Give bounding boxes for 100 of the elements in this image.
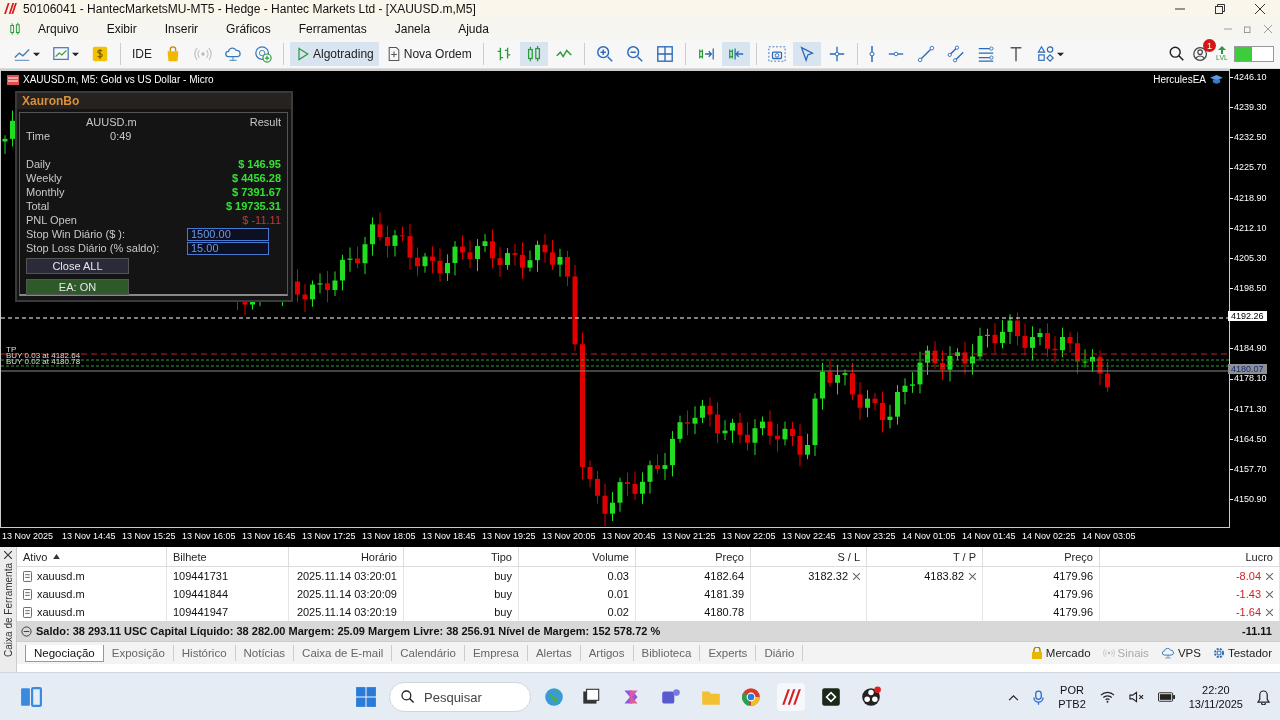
price-label: 4246.10 [1230,72,1267,82]
time-label: 13 Nov 23:25 [842,530,897,543]
price-label: 4198.50 [1230,283,1267,293]
tab[interactable]: Negociação [25,644,104,662]
close-icon[interactable] [1266,590,1273,598]
close-icon[interactable] [4,551,12,559]
meter-drawing [1234,46,1274,62]
column-header[interactable]: Preço [983,547,1100,567]
tab[interactable]: Notícias [235,645,295,661]
tab[interactable]: Biblioteca [633,645,701,661]
widgets-icon[interactable] [20,686,42,708]
tab[interactable]: Exposição [103,645,174,661]
cursor-button[interactable] [792,42,821,66]
tab[interactable]: Diário [756,645,804,661]
expert-name: HerculesEA [1153,74,1206,85]
close-icon[interactable] [1266,572,1273,580]
candles-button[interactable] [519,42,548,66]
tab[interactable]: Histórico [173,645,236,661]
language-indicator[interactable]: POR [1060,683,1084,697]
total-profit: -11.11 [1242,625,1272,637]
stat-value: $ 19735.31 [225,200,281,212]
tab[interactable]: Caixa de E-mail [294,645,393,661]
start-icon[interactable] [355,686,377,708]
tab[interactable]: Artigos [580,645,634,661]
status-button[interactable]: Testador [1212,646,1272,660]
tab[interactable]: Experts [700,645,757,661]
menu-item[interactable]: Janela [378,21,443,36]
menu-item[interactable]: Ajuda [442,21,501,36]
restore-icon[interactable] [1244,24,1252,33]
clock-date[interactable]: 13/11/2025 [1188,697,1243,711]
speaker-muted-icon[interactable] [1128,691,1144,703]
close-icon[interactable] [853,572,860,580]
input-field[interactable]: 15.00 [187,241,269,255]
zoom-out-icon [625,45,644,63]
table-cell: 0.03 [607,570,629,582]
table-cell: 109441844 [173,588,229,600]
column-header[interactable]: T / P [867,547,983,567]
language-indicator[interactable]: PTB2 [1058,697,1086,711]
column-header[interactable]: Bilhete [167,547,289,567]
tab[interactable]: Alertas [527,645,581,661]
close-icon[interactable] [969,572,976,580]
tab[interactable]: Empresa [464,645,528,661]
close-all-button[interactable]: Close ALL [26,258,129,274]
price-label: 4218.90 [1230,192,1267,203]
account-summary: Saldo: 38 293.11 USC Capital Líquido: 38 282.00 Margem: 25.09 Margem Livre: 38 256.91 Nível de Margem: 152 578.72 % [36,625,661,637]
column-header[interactable]: Volume [519,547,636,567]
chevron-up-icon[interactable] [1008,693,1020,701]
column-header[interactable]: Tipo [404,547,519,567]
menu-item[interactable]: Gráficos [210,21,283,36]
tab[interactable]: Calendário [392,645,465,661]
close-icon[interactable] [1266,608,1273,616]
time-label: 14 Nov 01:05 [902,530,957,543]
input-field[interactable]: 1500.00 [187,227,269,241]
camera-icon [767,45,786,63]
time-label: 13 Nov 19:25 [482,530,537,543]
column-header[interactable]: Horário [289,547,404,567]
wifi-icon[interactable] [1099,691,1115,703]
ea-toggle-button[interactable]: EA: ON [26,279,129,295]
column-header[interactable]: Lucro [1100,547,1280,567]
cloud-icon [224,45,242,63]
ide-button[interactable]: IDE [127,42,157,66]
battery-icon[interactable] [1157,692,1175,702]
menu-item[interactable]: Inserir [148,21,211,36]
table-cell: 2025.11.14 03:20:19 [296,606,397,618]
price-label: 4225.70 [1230,162,1267,173]
search-field[interactable]: Pesquisar [389,682,531,712]
stat-label: Monthly [26,186,65,198]
menu-item[interactable]: Ferramentas [282,21,379,36]
table-cell: 109441731 [173,570,229,582]
caret-icon [72,50,79,58]
column-header[interactable]: S / L [751,547,867,567]
time-label: 14 Nov 01:45 [962,530,1017,543]
price-label: 4150.90 [1230,494,1267,504]
document-icon [23,606,32,618]
microphone-icon[interactable] [1033,689,1045,705]
time-label: 14 Nov 02:25 [1022,530,1077,543]
table-cell: buy [494,606,512,618]
column-header[interactable]: Preço [636,547,751,567]
table-cell: xauusd.m [37,606,85,618]
collapse-icon[interactable] [21,625,32,637]
bell-icon[interactable] [1257,689,1270,705]
close-icon[interactable] [1255,3,1265,14]
status-button[interactable]: VPS [1160,646,1201,660]
globe-icon [543,686,565,708]
maximize-icon[interactable] [1215,3,1225,14]
column-header[interactable]: Ativo [17,547,167,567]
grid-icon [655,45,674,63]
menu-item[interactable]: Arquivo [22,21,91,36]
clock-time[interactable]: 22:20 [1202,683,1230,697]
algotrading-button[interactable]: Algotrading [290,42,379,66]
result-label: Result [249,116,281,128]
chart-shift-button[interactable] [721,42,750,66]
app-logo-icon [4,3,17,14]
new-order-button[interactable]: Nova Ordem [380,42,477,66]
status-button[interactable]: Mercado [1030,646,1091,660]
table-cell: 4180.78 [704,606,744,618]
symbol-label: AUUSD.m [85,116,137,128]
time-label: 13 Nov 17:25 [302,530,357,543]
menu-item[interactable]: Exibir [90,21,149,36]
browser-icon [740,686,762,708]
